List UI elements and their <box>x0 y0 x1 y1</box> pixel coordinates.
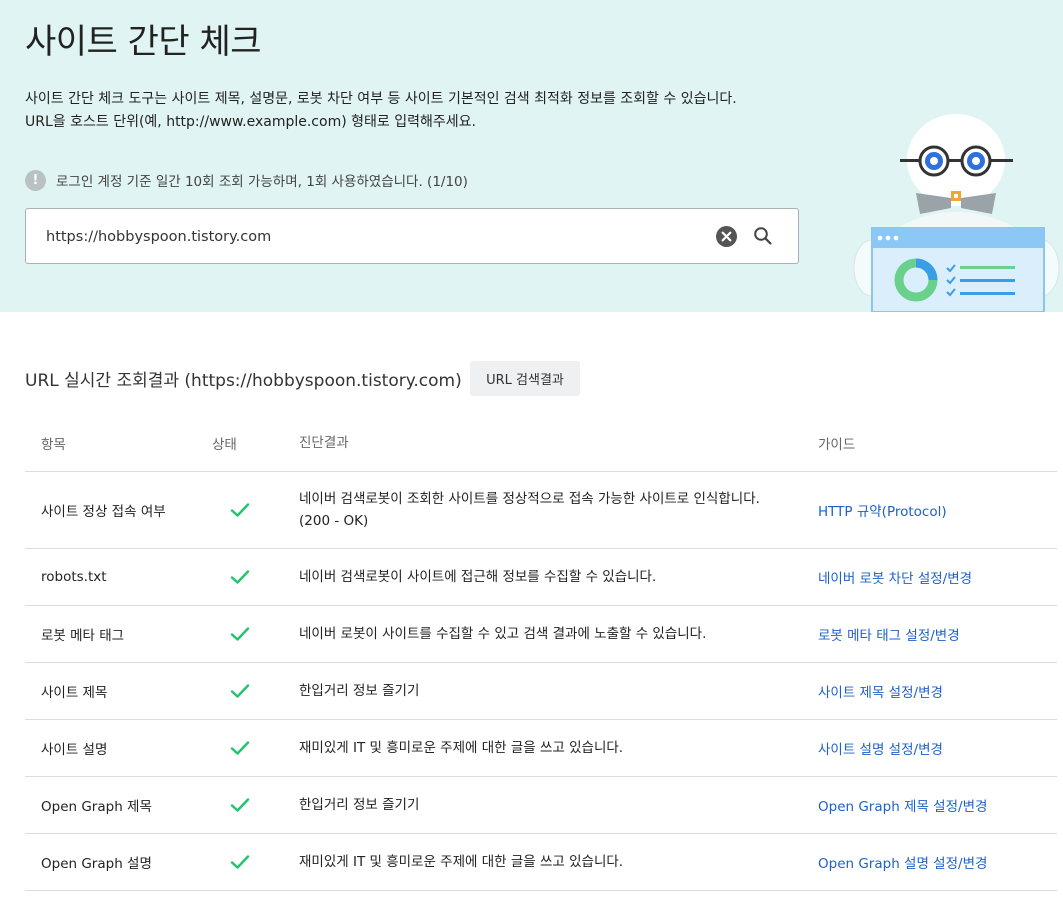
check-icon <box>230 503 250 517</box>
usage-notice-text: 로그인 계정 기준 일간 10회 조회 가능하며, 1회 사용하였습니다. (1… <box>56 174 468 190</box>
guide-link[interactable]: Open Graph 제목 설정/변경 <box>818 799 987 815</box>
description-line: URL을 호스트 단위(예, http://www.example.com) 형… <box>25 114 476 130</box>
row-item: 사이트 설명 <box>41 742 108 758</box>
description-line: 사이트 간단 체크 도구는 사이트 제목, 설명문, 로봇 차단 여부 등 사이… <box>25 91 737 107</box>
row-guide: 사이트 설명 설정/변경 <box>818 738 1057 758</box>
row-status <box>190 626 290 642</box>
row-result-line: 네이버 검색로봇이 사이트에 접근해 정보를 수집할 수 있습니다. <box>299 569 657 585</box>
row-result: 네이버 검색로봇이 사이트에 접근해 정보를 수집할 수 있습니다. <box>290 566 818 588</box>
row-status <box>190 797 290 813</box>
row-item: 사이트 정상 접속 여부 <box>41 504 166 520</box>
row-result-line: (200 - OK) <box>299 513 369 529</box>
header-result: 진단결과 <box>299 434 349 451</box>
guide-link[interactable]: 사이트 설명 설정/변경 <box>818 742 943 758</box>
row-status <box>190 569 290 585</box>
result-title: URL 실시간 조회결과 (https://hobbyspoon.tistory… <box>25 371 462 391</box>
row-guide: 사이트 제목 설정/변경 <box>818 681 1057 701</box>
row-guide: 로봇 메타 태그 설정/변경 <box>818 624 1057 644</box>
check-icon <box>230 798 250 812</box>
check-icon <box>230 627 250 641</box>
guide-link[interactable]: HTTP 규약(Protocol) <box>818 504 947 520</box>
row-item: Open Graph 제목 <box>41 799 152 815</box>
row-item: 사이트 제목 <box>41 685 108 701</box>
row-result-line: 네이버 검색로봇이 조회한 사이트를 정상적으로 접속 가능한 사이트로 인식합… <box>299 491 760 507</box>
guide-link[interactable]: 네이버 로봇 차단 설정/변경 <box>818 571 972 587</box>
row-result-line: 네이버 로봇이 사이트를 수집할 수 있고 검색 결과에 노출할 수 있습니다. <box>299 626 707 642</box>
table-row: robots.txt 네이버 검색로봇이 사이트에 접근해 정보를 수집할 수 있… <box>25 549 1057 606</box>
row-item: Open Graph 설명 <box>41 856 152 872</box>
guide-link[interactable]: Open Graph 설명 설정/변경 <box>818 856 987 872</box>
page-description: 사이트 간단 체크 도구는 사이트 제목, 설명문, 로봇 차단 여부 등 사이… <box>25 88 737 134</box>
header-item: 항목 <box>41 436 66 453</box>
search-icon <box>754 227 772 245</box>
check-icon <box>230 741 250 755</box>
header-status: 상태 <box>212 436 237 453</box>
row-result-line: 재미있게 IT 및 흥미로운 주제에 대한 글을 쓰고 있습니다. <box>299 740 624 756</box>
search-button[interactable] <box>750 223 776 249</box>
check-icon <box>230 570 250 584</box>
check-icon <box>230 855 250 869</box>
row-result: 네이버 검색로봇이 조회한 사이트를 정상적으로 접속 가능한 사이트로 인식합… <box>290 488 818 532</box>
row-guide: Open Graph 제목 설정/변경 <box>818 795 1057 815</box>
row-result: 재미있게 IT 및 흥미로운 주제에 대한 글을 쓰고 있습니다. <box>290 737 818 759</box>
table-body: 사이트 정상 접속 여부 네이버 검색로봇이 조회한 사이트를 정상적으로 접속 … <box>25 472 1057 891</box>
row-guide: Open Graph 설명 설정/변경 <box>818 852 1057 872</box>
row-result: 네이버 로봇이 사이트를 수집할 수 있고 검색 결과에 노출할 수 있습니다. <box>290 623 818 645</box>
table-row: 사이트 정상 접속 여부 네이버 검색로봇이 조회한 사이트를 정상적으로 접속 … <box>25 472 1057 549</box>
row-status <box>190 683 290 699</box>
clear-button[interactable] <box>716 226 737 247</box>
row-result: 한입거리 정보 즐기기 <box>290 794 818 816</box>
row-guide: HTTP 규약(Protocol) <box>818 500 1057 520</box>
url-search-result-button[interactable]: URL 검색결과 <box>470 361 580 396</box>
row-result-line: 한입거리 정보 즐기기 <box>299 683 420 699</box>
exclamation-icon: ! <box>25 169 46 191</box>
hero-banner: 사이트 간단 체크 사이트 간단 체크 도구는 사이트 제목, 설명문, 로봇 … <box>0 0 1063 312</box>
usage-notice: ! 로그인 계정 기준 일간 10회 조회 가능하며, 1회 사용하였습니다. … <box>25 168 468 192</box>
page-title: 사이트 간단 체크 <box>25 22 262 62</box>
table-row: Open Graph 제목 한입거리 정보 즐기기 Open Graph 제목 설정… <box>25 777 1057 834</box>
guide-link[interactable]: 로봇 메타 태그 설정/변경 <box>818 628 960 644</box>
row-item: robots.txt <box>41 569 107 585</box>
row-result-line: 한입거리 정보 즐기기 <box>299 797 420 813</box>
row-result: 한입거리 정보 즐기기 <box>290 680 818 702</box>
check-icon <box>230 684 250 698</box>
clear-icon <box>721 231 732 242</box>
table-row: 사이트 설명 재미있게 IT 및 흥미로운 주제에 대한 글을 쓰고 있습니다. 사… <box>25 720 1057 777</box>
result-table: 항목 상태 진단결과 가이드 사이트 정상 접속 여부 네이버 검색로봇이 조회한… <box>25 414 1057 891</box>
table-row: Open Graph 설명 재미있게 IT 및 흥미로운 주제에 대한 글을 쓰고… <box>25 834 1057 891</box>
robot-illustration <box>853 114 1060 312</box>
table-row: 사이트 제목 한입거리 정보 즐기기 사이트 제목 설정/변경 <box>25 663 1057 720</box>
header-guide: 가이드 <box>818 436 856 453</box>
table-row: 로봇 메타 태그 네이버 로봇이 사이트를 수집할 수 있고 검색 결과에 노출할… <box>25 606 1057 663</box>
guide-link[interactable]: 사이트 제목 설정/변경 <box>818 685 943 701</box>
table-header: 항목 상태 진단결과 가이드 <box>25 414 1057 472</box>
row-guide: 네이버 로봇 차단 설정/변경 <box>818 567 1057 587</box>
row-status <box>190 502 290 518</box>
url-input[interactable] <box>46 224 686 250</box>
url-search-box <box>25 208 799 264</box>
row-status <box>190 854 290 870</box>
row-result: 재미있게 IT 및 흥미로운 주제에 대한 글을 쓰고 있습니다. <box>290 851 818 873</box>
row-result-line: 재미있게 IT 및 흥미로운 주제에 대한 글을 쓰고 있습니다. <box>299 854 624 870</box>
row-item: 로봇 메타 태그 <box>41 628 125 644</box>
row-status <box>190 740 290 756</box>
